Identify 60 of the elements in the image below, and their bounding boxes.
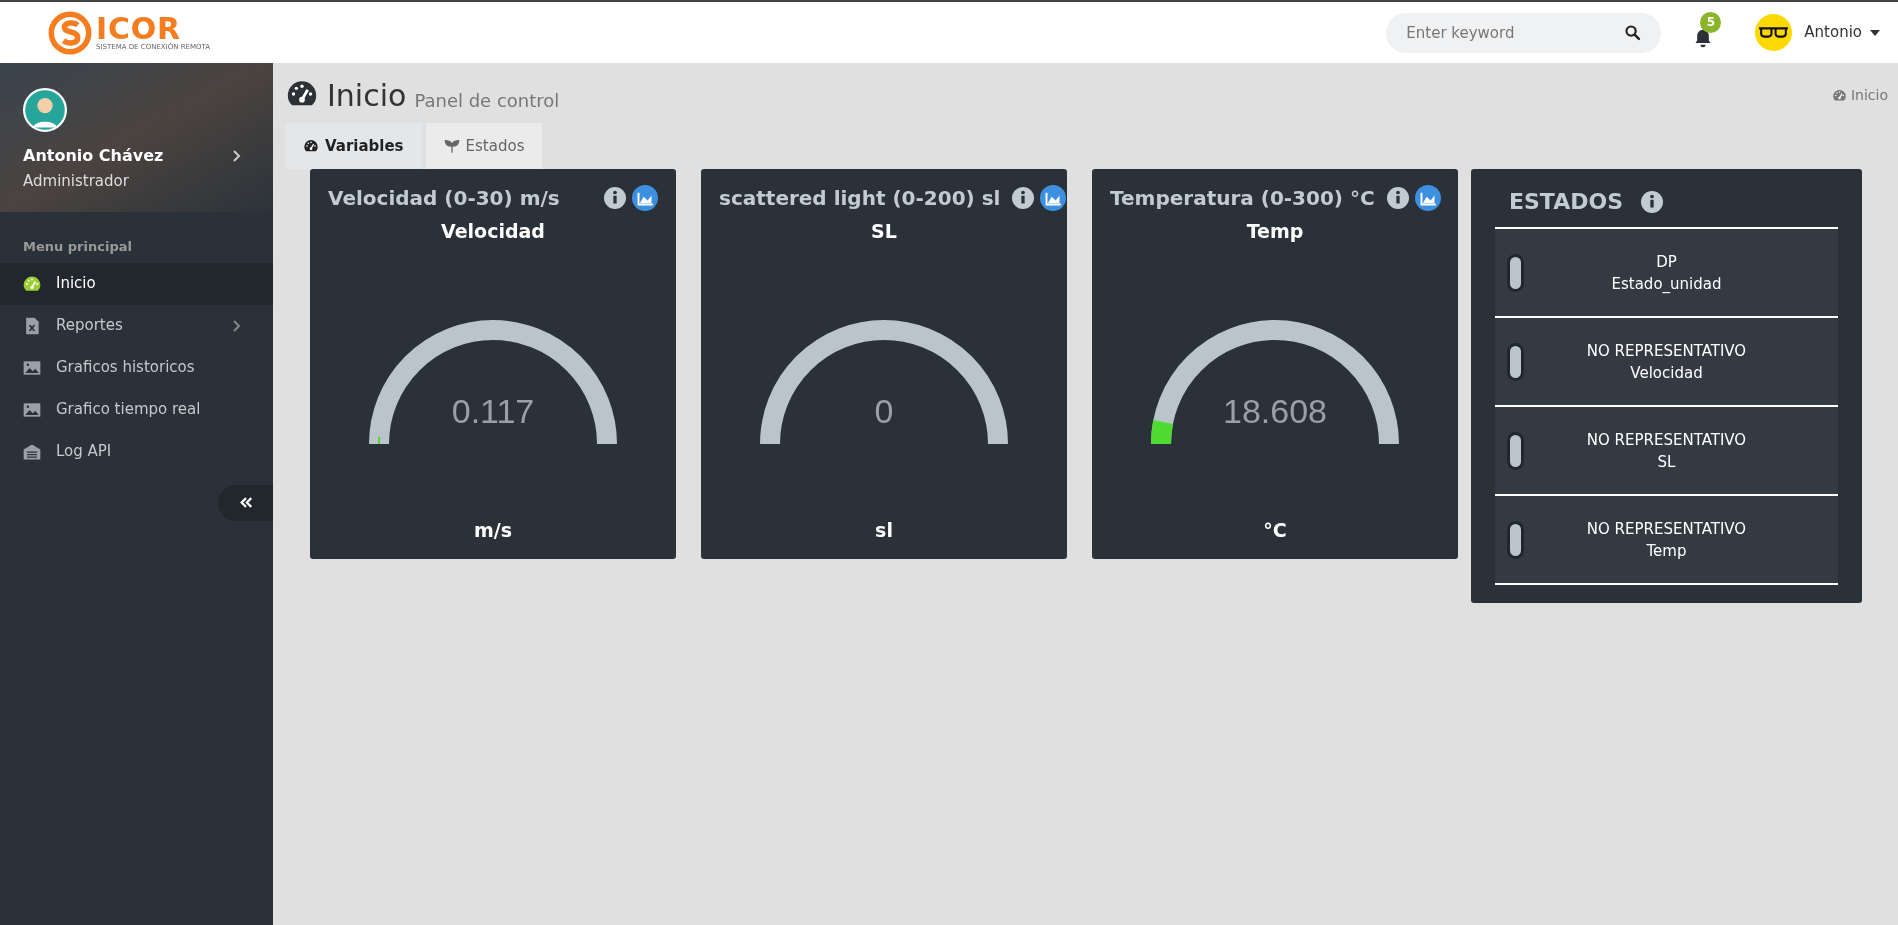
status-variable: Estado_unidad xyxy=(1611,273,1722,295)
logo-text: ICOR xyxy=(96,14,181,44)
area-chart-icon[interactable] xyxy=(1040,185,1067,211)
gauge-label: Velocidad xyxy=(441,219,545,244)
profile-name: Antonio Chávez xyxy=(23,145,164,167)
gauge-value: 0 xyxy=(873,390,895,432)
status-variable: SL xyxy=(1657,451,1676,473)
chevron-right-icon[interactable] xyxy=(233,150,241,162)
gauge-unit: m/s xyxy=(473,517,512,543)
status-variable: Temp xyxy=(1646,540,1687,562)
gauge-title: scattered light (0-200) sl xyxy=(719,185,1001,212)
sprout-icon xyxy=(443,138,460,154)
area-chart-icon[interactable] xyxy=(1414,185,1441,211)
gauge-label: Temp xyxy=(1246,219,1304,244)
page-title: Inicio xyxy=(327,81,407,111)
menu-section-label: Menu principal xyxy=(22,238,133,256)
gauge-title: Velocidad (0-30) m/s xyxy=(328,185,560,212)
sidebar-item[interactable]: Graficos historicos xyxy=(0,346,273,389)
status-indicator-icon xyxy=(1507,342,1524,381)
gauge-unit: °C xyxy=(1263,517,1287,543)
states-title: ESTADOS xyxy=(1509,188,1623,216)
info-icon[interactable] xyxy=(1641,190,1663,213)
status-text: DP xyxy=(1656,251,1677,273)
collapse-sidebar-button[interactable] xyxy=(218,484,273,521)
status-text: NO REPRESENTATIVO xyxy=(1586,340,1747,362)
profile-role: Administrador xyxy=(23,171,130,192)
sidebar-item[interactable]: Grafico tiempo real xyxy=(0,388,273,431)
gauge-icon xyxy=(303,138,319,154)
gauge-value: 0.117 xyxy=(450,390,536,432)
info-icon[interactable] xyxy=(1386,187,1409,209)
sidebar-item[interactable]: Reportes xyxy=(0,304,273,347)
breadcrumb-gauge-icon xyxy=(1831,88,1847,103)
status-indicator-icon xyxy=(1507,520,1524,559)
logo-mark-icon xyxy=(48,10,92,55)
caret-icon xyxy=(1870,29,1880,36)
user-menu-button[interactable]: Antonio xyxy=(1804,21,1880,44)
gauge-title: Temperatura (0-300) °C xyxy=(1110,185,1375,212)
profile-avatar-icon xyxy=(23,88,67,132)
sidebar-item[interactable]: Inicio xyxy=(0,262,273,305)
status-indicator-icon xyxy=(1507,253,1524,292)
tab[interactable]: Estados xyxy=(425,123,543,169)
page-subtitle: Panel de control xyxy=(414,92,560,110)
gauge-label: SL xyxy=(871,219,897,244)
status-text: NO REPRESENTATIVO xyxy=(1586,429,1747,451)
sidebar-item[interactable]: Log API xyxy=(0,430,273,473)
gauge-unit: sl xyxy=(875,517,893,543)
search-icon[interactable] xyxy=(1624,23,1642,41)
double-chevron-left-icon xyxy=(238,497,253,508)
notification-badge: 5 xyxy=(1700,11,1722,33)
gauge-value: 18.608 xyxy=(1222,390,1328,432)
status-variable: Velocidad xyxy=(1630,362,1703,384)
search-field[interactable]: Enter keyword xyxy=(1386,12,1662,53)
chevron-right-icon xyxy=(233,319,241,332)
tab[interactable]: Variables xyxy=(285,123,422,169)
status-indicator-icon xyxy=(1507,431,1524,470)
info-icon[interactable] xyxy=(604,187,626,209)
status-text: NO REPRESENTATIVO xyxy=(1586,518,1747,540)
info-icon[interactable] xyxy=(1012,187,1035,209)
user-avatar-icon[interactable] xyxy=(1755,14,1793,51)
area-chart-icon[interactable] xyxy=(632,185,658,211)
